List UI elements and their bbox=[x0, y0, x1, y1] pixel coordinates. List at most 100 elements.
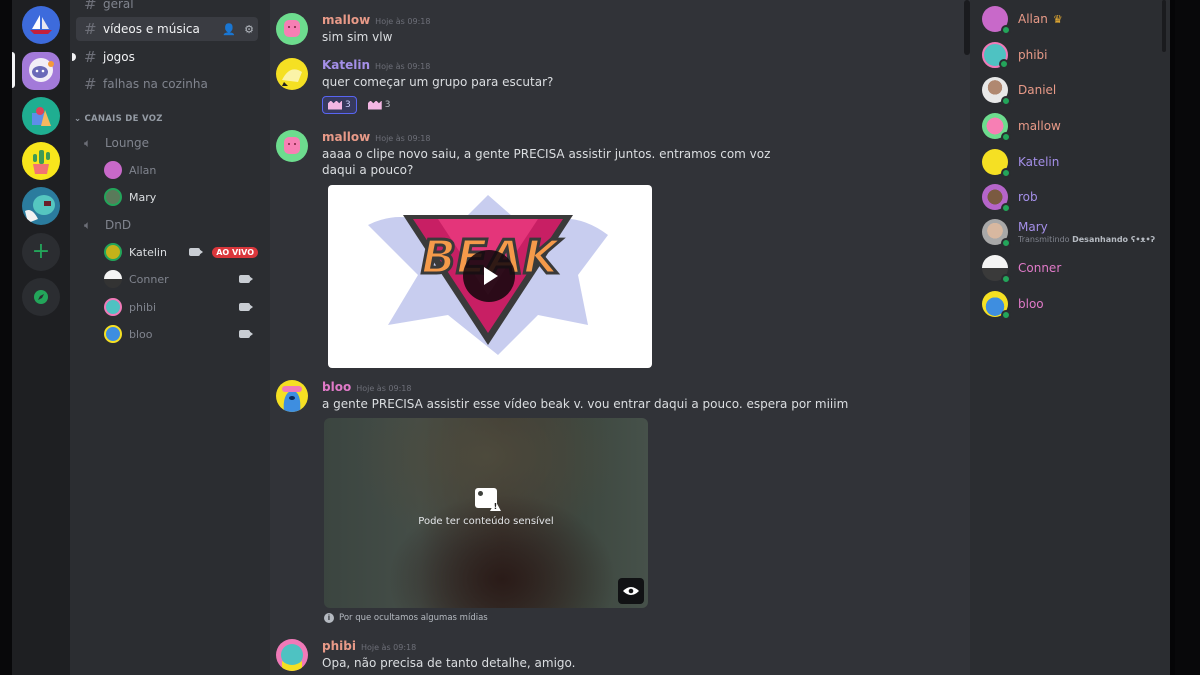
voice-user-name: bloo bbox=[129, 327, 153, 341]
member-name: bloo bbox=[1018, 297, 1044, 311]
avatar-bloo[interactable] bbox=[276, 380, 308, 412]
message-timestamp: Hoje às 09:18 bbox=[375, 17, 431, 26]
member-name: Mary bbox=[1018, 220, 1048, 234]
avatar bbox=[982, 149, 1011, 178]
avatar-mallow[interactable] bbox=[276, 13, 308, 45]
camera-icon bbox=[189, 248, 204, 256]
member-bloo[interactable]: bloo bbox=[982, 287, 1162, 321]
channel-falhas-na-cozinha[interactable]: # falhas na cozinha bbox=[76, 72, 258, 96]
play-button[interactable] bbox=[463, 250, 515, 302]
avatar bbox=[982, 184, 1011, 213]
avatar bbox=[982, 219, 1011, 248]
avatar bbox=[104, 298, 122, 316]
online-status-icon bbox=[1001, 25, 1011, 35]
message: Katelin Hoje às 09:18 quer começar um gr… bbox=[276, 58, 950, 118]
channel-geral[interactable]: # geral bbox=[76, 0, 258, 16]
why-hidden-link[interactable]: i Por que ocultamos algumas mídias bbox=[324, 613, 488, 623]
member-katelin[interactable]: Katelin bbox=[982, 145, 1162, 179]
sensitive-media-embed[interactable]: Pode ter conteúdo sensível bbox=[324, 418, 648, 608]
member-conner[interactable]: Conner bbox=[982, 251, 1162, 285]
invite-members-icon[interactable]: 👤 bbox=[222, 23, 236, 36]
member-list-scrollbar[interactable] bbox=[1162, 0, 1166, 52]
voice-user-phibi[interactable]: phibi bbox=[104, 295, 258, 319]
message-author[interactable]: Katelin bbox=[322, 58, 370, 72]
server-shapes[interactable] bbox=[22, 97, 60, 135]
voice-category-header[interactable]: ⌄ CANAIS DE VOZ bbox=[74, 114, 163, 124]
avatar bbox=[104, 325, 122, 343]
avatar bbox=[982, 42, 1009, 69]
message-timestamp: Hoje às 09:18 bbox=[375, 62, 431, 71]
voice-channel-lounge[interactable]: 🔈︎ Lounge bbox=[76, 131, 258, 155]
voice-user-name: Katelin bbox=[129, 245, 167, 259]
member-phibi[interactable]: phibi bbox=[982, 38, 1162, 72]
camera-icon bbox=[239, 303, 253, 311]
member-mallow[interactable]: mallow bbox=[982, 109, 1162, 143]
avatar bbox=[982, 255, 1011, 284]
message-author[interactable]: mallow bbox=[322, 130, 370, 144]
avatar-phibi[interactable] bbox=[276, 639, 308, 671]
online-status-icon bbox=[1001, 96, 1011, 106]
message-author[interactable]: mallow bbox=[322, 13, 370, 27]
online-status-icon bbox=[1001, 310, 1011, 320]
chevron-down-icon: ⌄ bbox=[74, 114, 82, 124]
server-astronaut[interactable] bbox=[22, 52, 60, 90]
member-daniel[interactable]: Daniel bbox=[982, 73, 1162, 107]
eye-icon bbox=[623, 587, 639, 595]
avatar bbox=[982, 77, 1011, 106]
shapes-icon bbox=[32, 107, 51, 126]
server-cactus[interactable] bbox=[22, 142, 60, 180]
activity-prefix: Transmitindo bbox=[1018, 235, 1070, 244]
activity-name: Desanhando ʕ•ᴥ•ʔ bbox=[1072, 235, 1156, 244]
channel-settings-icon[interactable]: ⚙ bbox=[244, 23, 254, 36]
member-name: Conner bbox=[1018, 261, 1062, 275]
video-embed[interactable]: BEAK bbox=[328, 185, 652, 368]
member-rob[interactable]: rob bbox=[982, 180, 1162, 214]
voice-user-bloo[interactable]: bloo bbox=[104, 322, 258, 346]
channel-sidebar: # geral # vídeos e música 👤 ⚙ # jogos # … bbox=[70, 0, 270, 675]
message-timestamp: Hoje às 09:18 bbox=[375, 134, 431, 143]
avatar bbox=[104, 188, 122, 206]
server-sailboat[interactable] bbox=[22, 6, 60, 44]
hash-icon: # bbox=[84, 48, 97, 66]
speaker-icon: 🔈︎ bbox=[84, 217, 92, 232]
avatar-katelin[interactable] bbox=[276, 58, 308, 90]
reveal-media-button[interactable] bbox=[618, 578, 644, 604]
member-allan[interactable]: Allan ♛ bbox=[982, 2, 1162, 36]
server-owner-crown-icon: ♛ bbox=[1052, 12, 1063, 26]
voice-user-allan[interactable]: Allan bbox=[104, 158, 258, 182]
message: mallow Hoje às 09:18 sim sim vlw bbox=[276, 13, 950, 49]
avatar bbox=[982, 113, 1011, 142]
voice-channel-name: DnD bbox=[105, 218, 132, 232]
message-author[interactable]: phibi bbox=[322, 639, 356, 653]
hash-icon: # bbox=[84, 20, 97, 38]
reaction-count: 3 bbox=[345, 100, 351, 110]
voice-user-katelin[interactable]: Katelin AO VIVO bbox=[104, 240, 258, 264]
channel-jogos[interactable]: # jogos bbox=[72, 45, 258, 69]
online-status-icon bbox=[1001, 238, 1011, 248]
online-status-icon bbox=[1001, 203, 1011, 213]
crown-cat-emoji-icon bbox=[367, 100, 382, 110]
online-status-icon bbox=[1001, 274, 1011, 284]
member-activity: Transmitindo Desanhando ʕ•ᴥ•ʔ bbox=[1018, 235, 1155, 244]
message-text: a gente PRECISA assistir esse vídeo beak… bbox=[322, 397, 849, 411]
add-server-button[interactable]: + bbox=[22, 233, 60, 271]
reaction-button[interactable]: 3 bbox=[322, 96, 357, 114]
message-text: Opa, não precisa de tanto detalhe, amigo… bbox=[322, 656, 576, 670]
why-hidden-text: Por que ocultamos algumas mídias bbox=[339, 613, 488, 623]
channel-videos-e-musica[interactable]: # vídeos e música 👤 ⚙ bbox=[76, 17, 258, 41]
message: mallow Hoje às 09:18 aaaa o clipe novo s… bbox=[276, 130, 950, 370]
server-monster[interactable] bbox=[22, 187, 60, 225]
explore-servers-button[interactable] bbox=[22, 278, 60, 316]
member-mary[interactable]: Mary Transmitindo Desanhando ʕ•ᴥ•ʔ bbox=[982, 215, 1162, 249]
voice-user-name: Allan bbox=[129, 163, 157, 177]
voice-user-mary[interactable]: Mary bbox=[104, 185, 258, 209]
voice-user-conner[interactable]: Conner bbox=[104, 267, 258, 291]
voice-user-name: Conner bbox=[129, 272, 169, 286]
avatar-mallow[interactable] bbox=[276, 130, 308, 162]
live-badge: AO VIVO bbox=[212, 246, 258, 258]
message-author[interactable]: bloo bbox=[322, 380, 351, 394]
reaction-button[interactable]: 3 bbox=[363, 96, 396, 114]
voice-channel-dnd[interactable]: 🔈︎ DnD bbox=[76, 213, 258, 237]
avatar bbox=[104, 243, 122, 261]
voice-user-name: phibi bbox=[129, 300, 157, 314]
